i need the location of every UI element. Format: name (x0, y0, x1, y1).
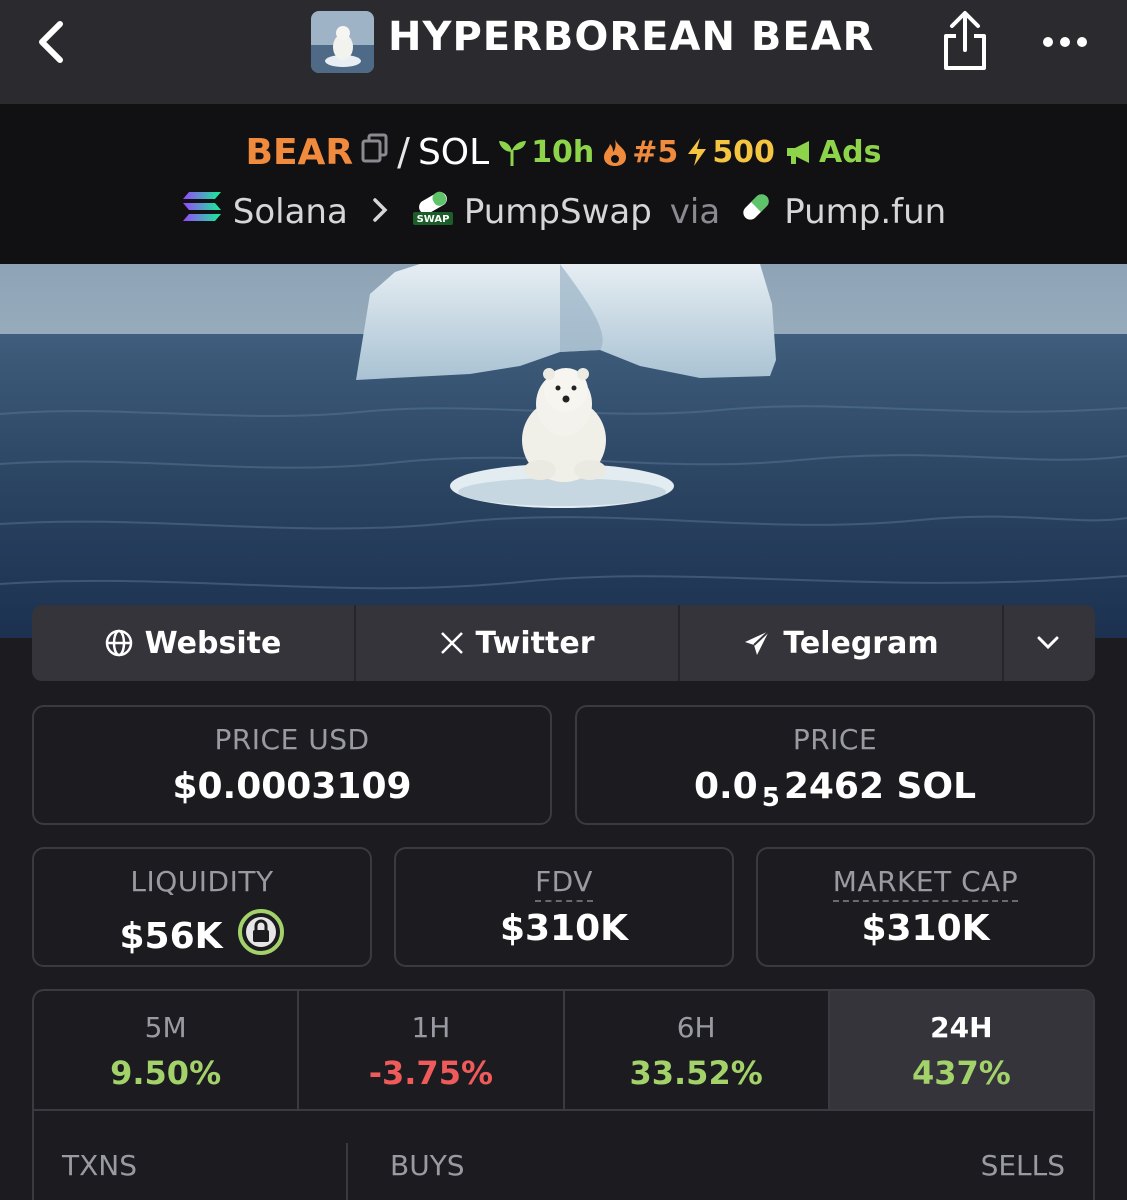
paper-plane-icon (745, 630, 771, 655)
flame-icon (604, 139, 627, 166)
via-label: via (669, 191, 721, 232)
price-usd-value: $0.0003109 (172, 766, 412, 807)
quote-symbol: SOL (417, 131, 490, 173)
lightning-icon (688, 138, 707, 166)
social-links-bar: Website Twitter Telegram (32, 605, 1095, 681)
solana-icon (181, 190, 223, 233)
liquidity-card: LIQUIDITY $56K (32, 847, 372, 967)
chevron-down-icon (1037, 636, 1058, 650)
pill-icon (738, 189, 774, 234)
price-zero-count: 5 (761, 783, 780, 813)
dex-name[interactable]: PumpSwap (464, 192, 652, 232)
pair-age-badge: 10h (497, 135, 594, 170)
megaphone-icon (786, 141, 809, 164)
sprout-icon (499, 141, 527, 166)
website-label: Website (144, 625, 282, 661)
ads-label: Ads (818, 134, 882, 170)
fdv-card: FDV $310K (394, 847, 734, 967)
price-native-value: 0.0 5 2462 SOL (577, 766, 1093, 813)
market-cap-card: MARKET CAP $310K (756, 847, 1095, 967)
expand-links-button[interactable] (1004, 605, 1091, 681)
telegram-button[interactable]: Telegram (680, 605, 1004, 681)
tab-24h[interactable]: 24H 437% (829, 991, 1093, 1111)
trending-rank-badge: #5 (602, 135, 678, 170)
lock-icon[interactable] (237, 908, 285, 965)
price-change-tabs: 5M 9.50% 1H -3.75% 6H 33.52% 24H 437% (32, 989, 1095, 1111)
pumpswap-icon: SWAP (412, 188, 454, 235)
market-cap-value: $310K (861, 908, 990, 949)
copy-icon[interactable] (361, 132, 389, 172)
market-cap-label[interactable]: MARKET CAP (832, 865, 1019, 902)
page-title: HYPERBOREAN BEAR (388, 14, 875, 60)
tab-5m-label: 5M (144, 1011, 187, 1044)
share-icon[interactable] (938, 8, 992, 74)
token-avatar (311, 11, 374, 73)
base-symbol: BEAR (245, 131, 354, 173)
boost-badge: 500 (686, 135, 775, 170)
pair-separator: / (397, 130, 410, 174)
svg-text:SWAP: SWAP (416, 214, 449, 225)
buys-label: BUYS (390, 1149, 465, 1182)
liquidity-label: LIQUIDITY (130, 865, 274, 898)
tab-6h[interactable]: 6H 33.52% (565, 991, 830, 1111)
chevron-right-icon (372, 192, 388, 232)
pair-summary: BEAR / SOL 10h #5 500 Ads (0, 130, 1127, 174)
tab-24h-change: 437% (911, 1054, 1011, 1092)
boost-count: 500 (712, 134, 775, 170)
globe-icon (105, 629, 132, 657)
tab-6h-label: 6H (676, 1011, 716, 1044)
txns-label: TXNS (62, 1149, 138, 1182)
price-prefix: 0.0 (693, 766, 758, 807)
ads-badge[interactable]: Ads (783, 135, 882, 170)
transactions-summary: TXNS BUYS SELLS (32, 1109, 1095, 1200)
telegram-label: Telegram (783, 625, 939, 661)
back-icon[interactable] (30, 18, 78, 66)
chain-breadcrumb: Solana SWAP PumpSwap via Pump.fun (0, 188, 1127, 235)
twitter-label: Twitter (475, 625, 595, 661)
fdv-value: $310K (499, 908, 629, 949)
chain-name[interactable]: Solana (233, 192, 348, 232)
token-banner-image (0, 264, 1127, 638)
liquidity-value-row: $56K (34, 908, 370, 965)
tab-6h-change: 33.52% (629, 1054, 763, 1092)
price-label: PRICE (792, 723, 878, 756)
more-options-icon[interactable] (1040, 28, 1090, 56)
liquidity-value: $56K (119, 916, 223, 957)
txns-divider (346, 1143, 348, 1200)
tab-1h-label: 1H (411, 1011, 451, 1044)
tab-5m-change: 9.50% (110, 1054, 222, 1092)
price-suffix: 2462 SOL (783, 766, 977, 807)
pair-age: 10h (531, 134, 595, 170)
tab-24h-label: 24H (930, 1011, 993, 1044)
twitter-button[interactable]: Twitter (356, 605, 680, 681)
launchpad-name[interactable]: Pump.fun (784, 192, 946, 232)
x-logo-icon (440, 632, 463, 654)
sells-label: SELLS (980, 1149, 1065, 1182)
trending-rank: #5 (632, 134, 679, 170)
pair-header: BEAR / SOL 10h #5 500 Ads Solana SWAP Pu… (0, 104, 1127, 264)
price-usd-label: PRICE USD (214, 723, 370, 756)
tab-1h-change: -3.75% (368, 1054, 494, 1092)
fdv-label[interactable]: FDV (535, 865, 593, 902)
top-nav-bar: HYPERBOREAN BEAR (0, 0, 1127, 104)
tab-1h[interactable]: 1H -3.75% (299, 991, 565, 1111)
price-native-card: PRICE 0.0 5 2462 SOL (575, 705, 1095, 825)
website-button[interactable]: Website (32, 605, 356, 681)
price-usd-card: PRICE USD $0.0003109 (32, 705, 552, 825)
tab-5m[interactable]: 5M 9.50% (34, 991, 300, 1111)
